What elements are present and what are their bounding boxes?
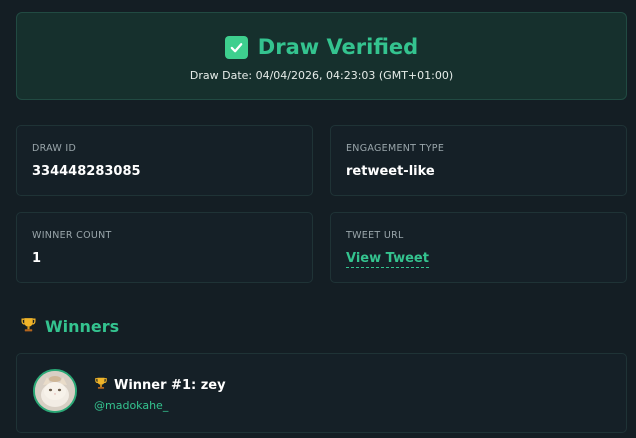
engagement-type-card: ENGAGEMENT TYPE retweet-like <box>330 125 627 196</box>
winner-count-value: 1 <box>32 251 42 266</box>
winner-card: Winner #1: zey @madokahe_ <box>16 353 627 433</box>
winner-title-row: Winner #1: zey <box>94 376 226 394</box>
draw-date: Draw Date: 04/04/2026, 04:23:03 (GMT+01:… <box>189 69 454 82</box>
tweet-url-card: TWEET URL View Tweet <box>330 212 627 283</box>
view-tweet-link[interactable]: View Tweet <box>346 251 429 268</box>
winner-title: Winner #1: zey <box>114 377 226 393</box>
winner-count-card: WINNER COUNT 1 <box>16 212 313 283</box>
avatar[interactable] <box>33 369 77 413</box>
verified-banner: Draw Verified Draw Date: 04/04/2026, 04:… <box>16 12 627 100</box>
winner-count-label: WINNER COUNT <box>32 230 112 241</box>
draw-id-value: 334448283085 <box>32 164 141 179</box>
winners-heading-label: Winners <box>45 317 120 336</box>
banner-title: Draw Verified <box>257 35 419 59</box>
winner-handle-link[interactable]: @madokahe_ <box>94 399 168 412</box>
trophy-icon <box>20 316 37 337</box>
draw-id-card: DRAW ID 334448283085 <box>16 125 313 196</box>
winners-heading: Winners <box>20 316 119 337</box>
draw-result-page: Draw Verified Draw Date: 04/04/2026, 04:… <box>0 0 636 438</box>
draw-id-label: DRAW ID <box>32 143 77 154</box>
check-icon <box>224 35 248 59</box>
engagement-type-label: ENGAGEMENT TYPE <box>346 143 445 154</box>
trophy-icon <box>94 376 108 394</box>
tweet-url-label: TWEET URL <box>346 230 404 241</box>
banner-title-row: Draw Verified <box>17 35 626 59</box>
engagement-type-value: retweet-like <box>346 164 435 179</box>
